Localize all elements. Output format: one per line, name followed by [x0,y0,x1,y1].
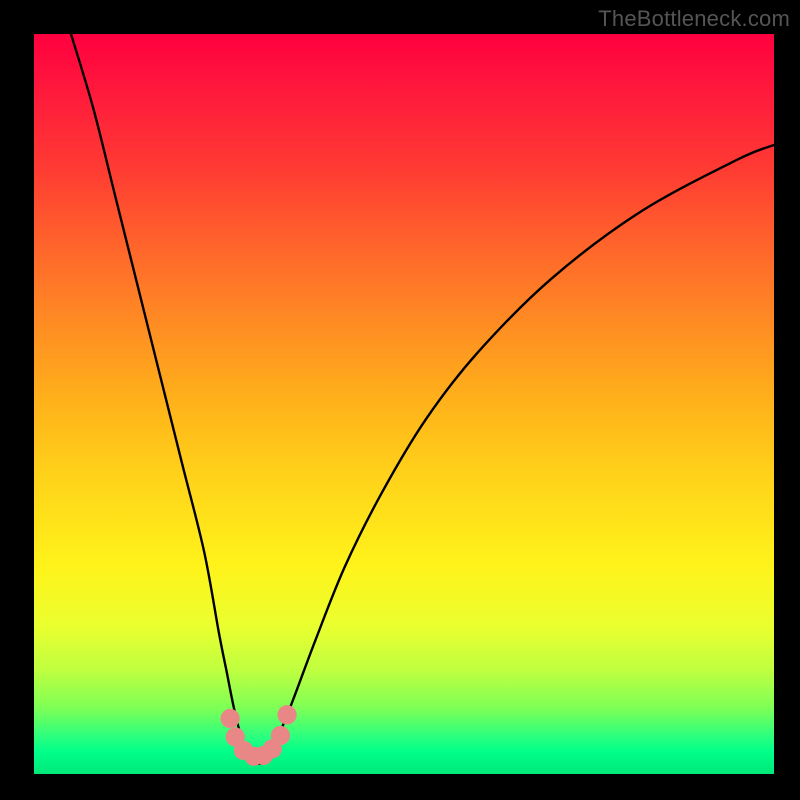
trough-marker [271,726,290,745]
watermark-text: TheBottleneck.com [598,6,790,32]
trough-marker [220,709,239,728]
trough-marker [277,705,296,724]
bottleneck-curve [71,34,774,764]
chart-frame: TheBottleneck.com [0,0,800,800]
plot-area [34,34,774,774]
trough-markers [220,705,296,766]
curve-layer [34,34,774,774]
